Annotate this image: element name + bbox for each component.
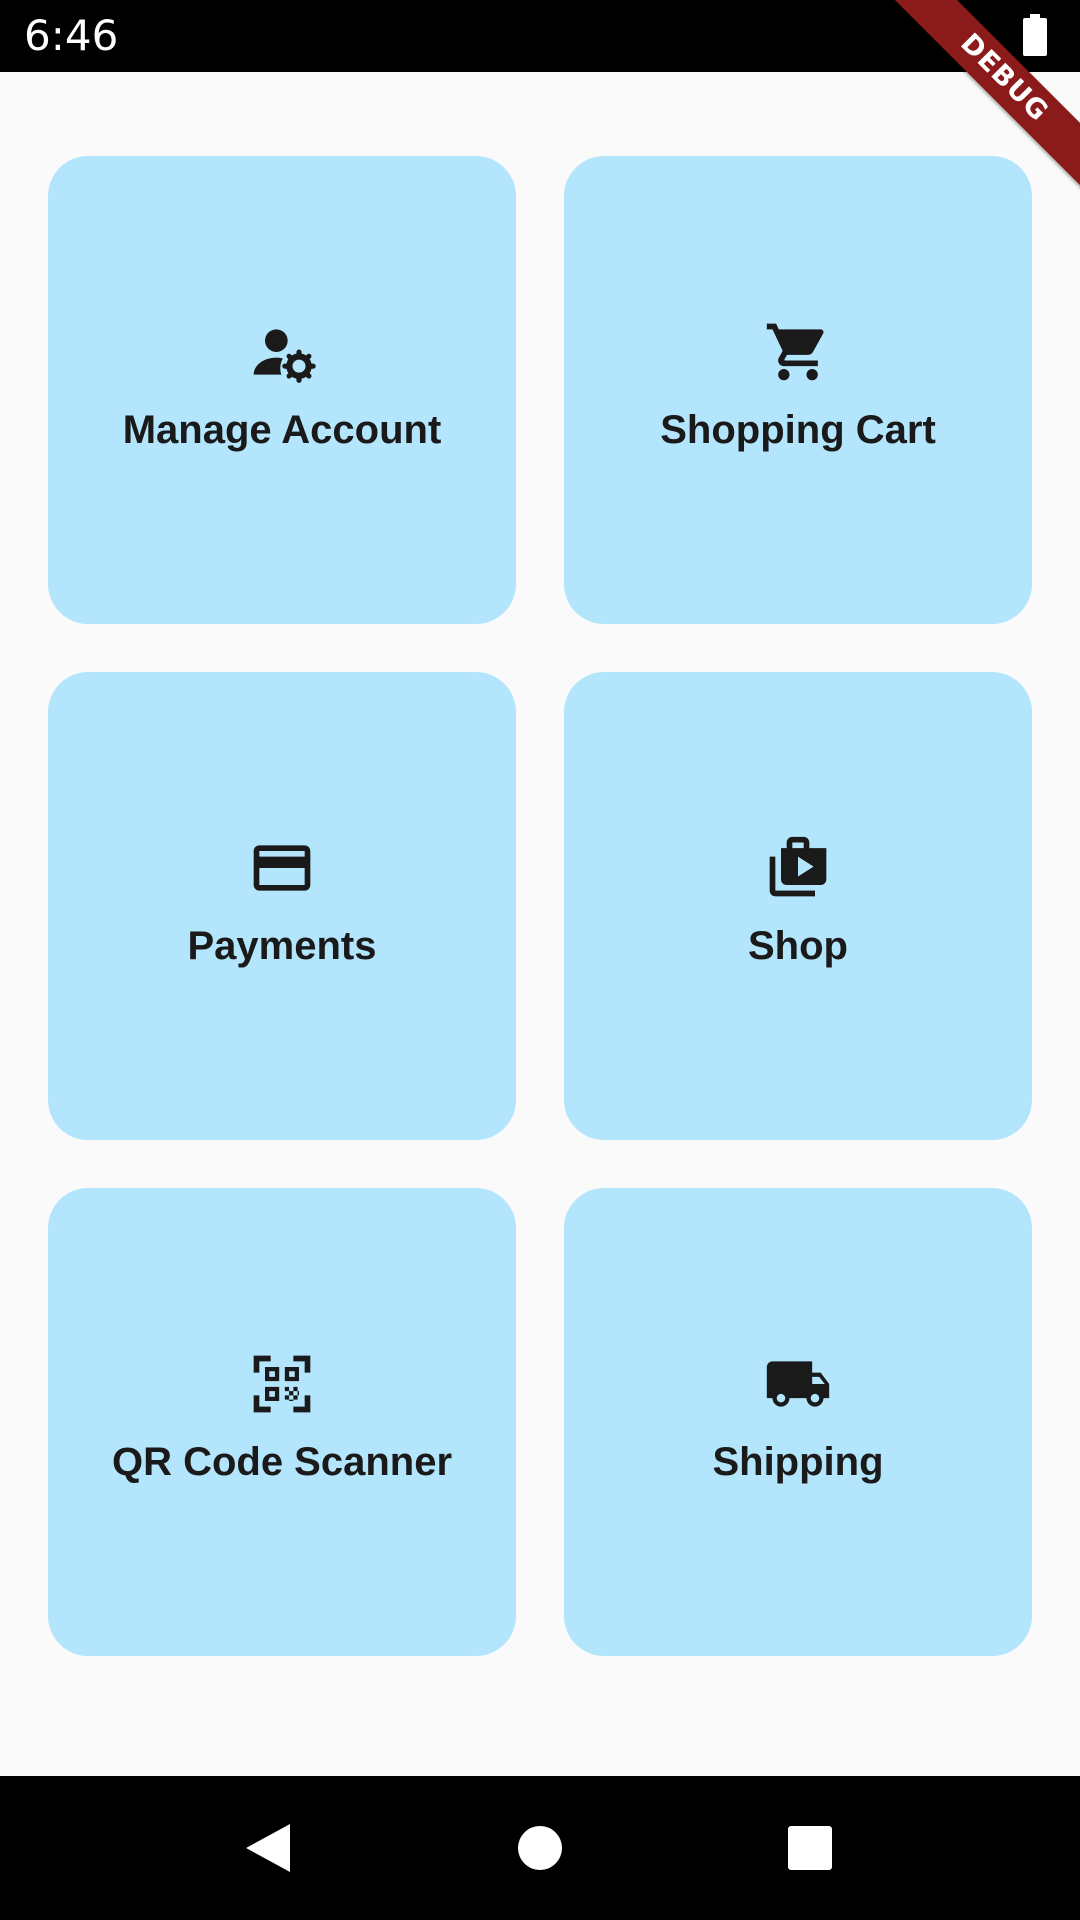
manage-accounts-icon	[248, 318, 316, 386]
status-time: 6:46	[24, 11, 119, 60]
back-button[interactable]	[208, 1776, 328, 1920]
manage-account-label: Manage Account	[122, 408, 442, 452]
qr-code-scanner-card[interactable]: QR Code Scanner	[48, 1188, 516, 1656]
system-nav-bar	[0, 1776, 1080, 1920]
back-triangle-icon	[246, 1824, 290, 1872]
payments-label: Payments	[187, 924, 377, 968]
shop-label: Shop	[748, 924, 848, 968]
home-button[interactable]	[480, 1776, 600, 1920]
shipping-label: Shipping	[712, 1440, 884, 1484]
battery-icon	[1022, 14, 1048, 56]
payments-card[interactable]: Payments	[48, 672, 516, 1140]
shipping-truck-icon	[764, 1350, 832, 1418]
manage-account-card[interactable]: Manage Account	[48, 156, 516, 624]
shopping-cart-card[interactable]: Shopping Cart	[564, 156, 1032, 624]
qr-code-scanner-icon	[248, 1350, 316, 1418]
shopping-cart-icon	[764, 318, 832, 386]
recents-square-icon	[788, 1826, 832, 1870]
shipping-card[interactable]: Shipping	[564, 1188, 1032, 1656]
menu-grid: Manage Account Shopping Cart Payments Sh…	[48, 156, 1032, 1656]
shop-card[interactable]: Shop	[564, 672, 1032, 1140]
recents-button[interactable]	[750, 1776, 870, 1920]
shop-icon	[764, 834, 832, 902]
status-bar: 6:46	[0, 0, 1080, 72]
shopping-cart-label: Shopping Cart	[660, 408, 936, 452]
credit-card-icon	[248, 834, 316, 902]
qr-code-scanner-label: QR Code Scanner	[111, 1440, 453, 1484]
home-circle-icon	[518, 1826, 562, 1870]
